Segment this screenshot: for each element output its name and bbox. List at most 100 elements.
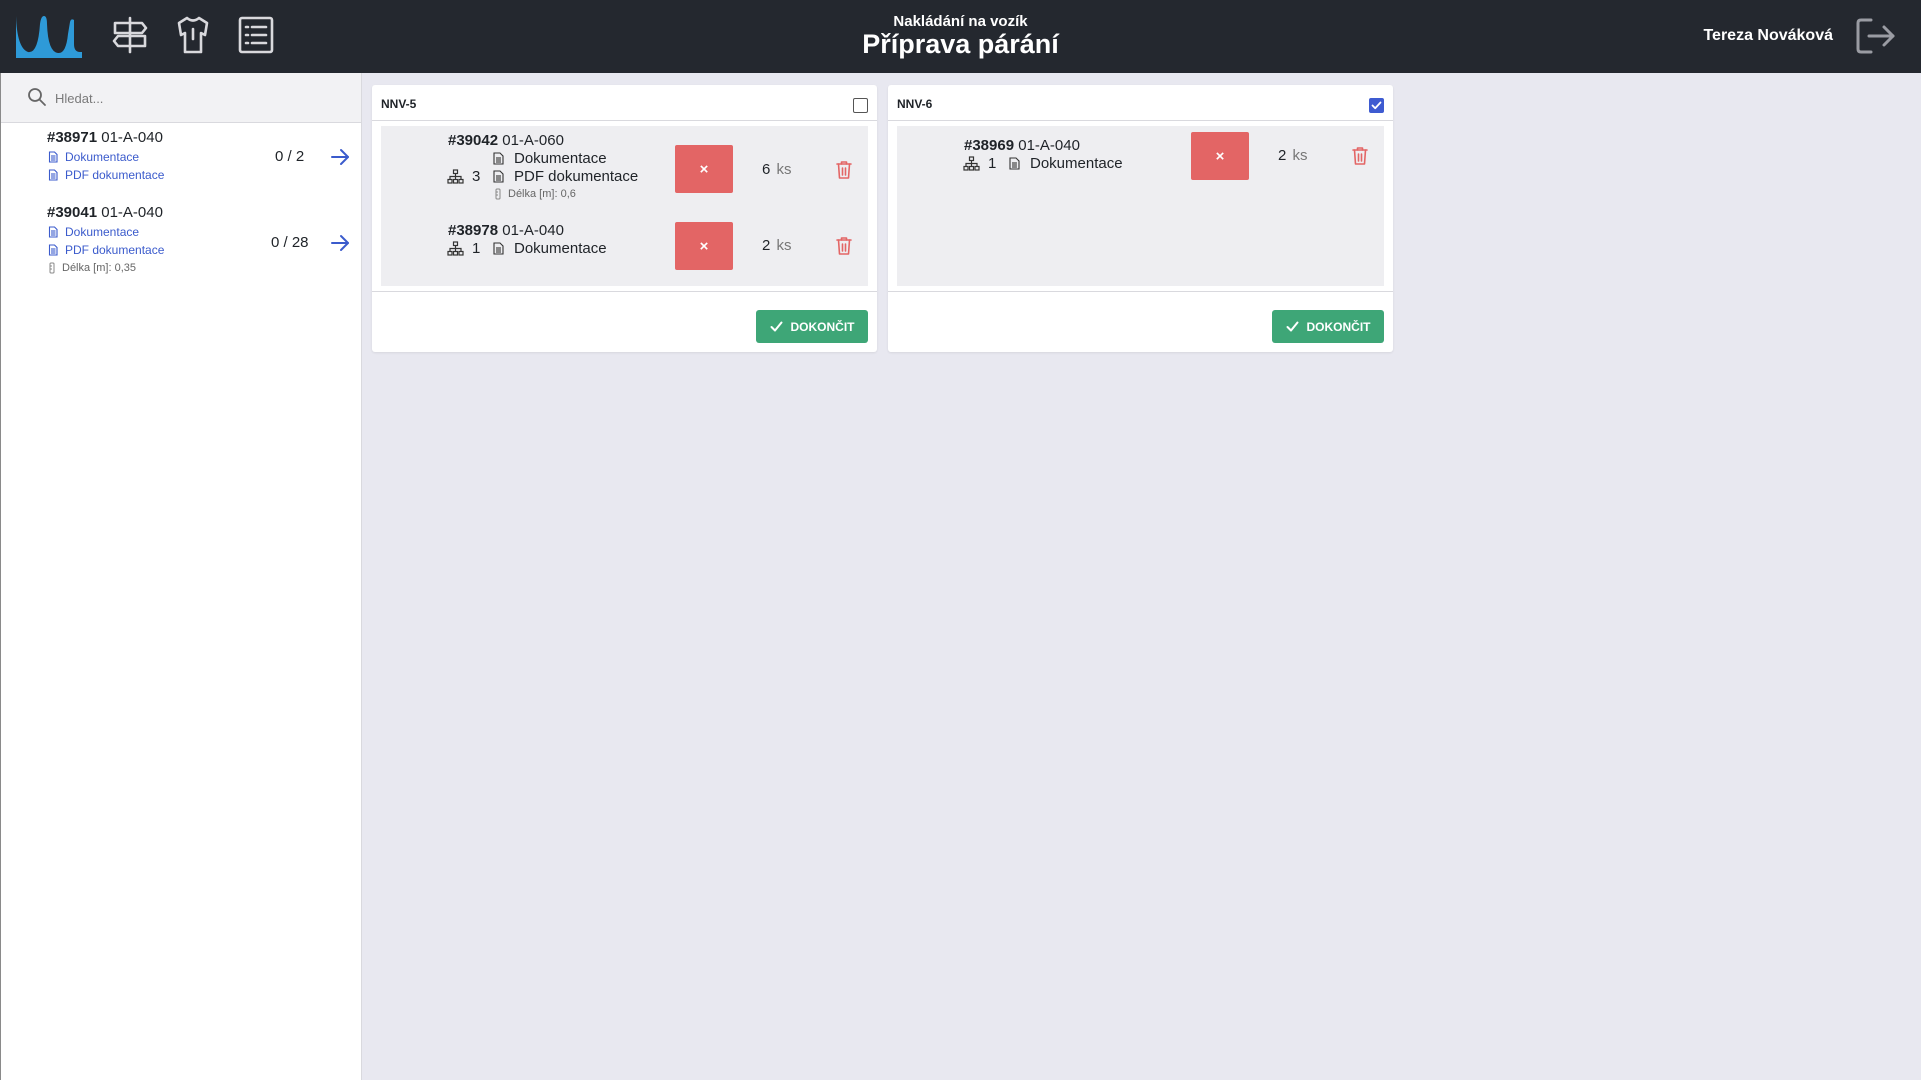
arrow-right-icon[interactable] — [329, 232, 351, 254]
length-value: 0,6 — [560, 188, 576, 200]
cart-card: NNV-5 #39042 01-A-060 Dokumentace 3 PDF … — [372, 85, 877, 352]
card-title: NNV-5 — [381, 97, 417, 111]
length-value: 0,35 — [114, 262, 136, 274]
item-location: 01-A-060 — [502, 132, 564, 149]
cart-card: NNV-6 #38969 01-A-040 1 Dokumentace × 2 … — [888, 85, 1393, 352]
documentation-link[interactable]: Dokumentace — [47, 148, 357, 166]
ruler-icon — [49, 262, 55, 274]
item-id: #39041 — [47, 204, 98, 221]
checkmark-icon — [1286, 321, 1298, 332]
item-id: #39042 — [448, 132, 499, 149]
hierarchy-icon — [447, 241, 464, 256]
logout-icon[interactable] — [1855, 17, 1897, 55]
list-item[interactable]: #39041 01-A-040 Dokumentace PDF dokument… — [47, 204, 357, 277]
doc-label: PDF dokumentace — [514, 168, 639, 185]
item-id: #38971 — [47, 129, 98, 146]
item-title: #39042 01-A-060 — [448, 132, 564, 149]
card-checkbox[interactable] — [1369, 98, 1384, 113]
doc-label: Dokumentace — [514, 150, 607, 167]
quantity-unit: ks — [776, 237, 792, 254]
item-progress-count: 0 / 28 — [271, 234, 309, 251]
documentation-label[interactable]: Dokumentace — [493, 240, 607, 257]
item-progress-count: 0 / 2 — [275, 148, 305, 165]
checkmark-icon — [770, 321, 782, 332]
search-input[interactable] — [55, 86, 335, 110]
finish-button[interactable]: DOKONČIT — [756, 310, 868, 343]
remove-button[interactable]: × — [675, 222, 733, 270]
length-label: Délka [m]: — [508, 188, 558, 200]
doc-link-label: Dokumentace — [65, 225, 140, 239]
trash-icon[interactable] — [1351, 146, 1369, 166]
trash-icon[interactable] — [835, 160, 853, 180]
finish-label: DOKONČIT — [790, 319, 855, 334]
quantity-unit: ks — [1292, 147, 1308, 164]
card-divider — [372, 291, 877, 292]
item-location: 01-A-040 — [502, 222, 564, 239]
quantity: 6 ks — [762, 161, 792, 178]
pdf-documentation-link[interactable]: PDF dokumentace — [47, 241, 357, 259]
ruler-icon — [495, 188, 501, 200]
quantity-value: 6 — [762, 161, 771, 178]
checkmark-icon — [1371, 101, 1382, 110]
item-title: #38969 01-A-040 — [964, 137, 1080, 154]
item-title: #38971 01-A-040 — [47, 129, 357, 146]
pdf-documentation-link[interactable]: PDF dokumentace — [47, 166, 357, 184]
card-item-list: #38969 01-A-040 1 Dokumentace × 2 ks — [897, 126, 1384, 286]
document-icon — [48, 244, 58, 256]
documentation-label[interactable]: Dokumentace — [1009, 155, 1123, 172]
quantity-unit: ks — [776, 161, 792, 178]
item-location: 01-A-040 — [101, 204, 163, 221]
card-checkbox[interactable] — [853, 98, 868, 113]
document-icon — [493, 242, 504, 255]
search-icon — [28, 88, 46, 106]
item-title: #39041 01-A-040 — [47, 204, 357, 221]
card-header: NNV-6 — [888, 85, 1393, 121]
sub-items-count: 3 — [447, 168, 480, 185]
tree-count: 3 — [472, 168, 481, 185]
document-icon — [48, 169, 58, 181]
document-icon — [48, 226, 58, 238]
sidebar: #38971 01-A-040 Dokumentace PDF dokument… — [0, 73, 362, 1080]
quantity-value: 2 — [1278, 147, 1287, 164]
doc-link-label: Dokumentace — [65, 150, 140, 164]
card-divider — [888, 291, 1393, 292]
quantity-value: 2 — [762, 237, 771, 254]
list-item: #38978 01-A-040 1 Dokumentace × 2 ks — [381, 216, 868, 286]
card-header: NNV-5 — [372, 85, 877, 121]
item-location: 01-A-040 — [101, 129, 163, 146]
card-item-list: #39042 01-A-060 Dokumentace 3 PDF dokume… — [381, 126, 868, 286]
finish-button[interactable]: DOKONČIT — [1272, 310, 1384, 343]
item-id: #38978 — [448, 222, 499, 239]
document-icon — [1009, 157, 1020, 170]
pdf-documentation-label[interactable]: PDF dokumentace — [493, 168, 638, 185]
top-bar: Nakládání na vozík Příprava párání Terez… — [0, 0, 1921, 73]
length-info: Délka [m]: 0,35 — [47, 259, 357, 277]
item-location: 01-A-040 — [1018, 137, 1080, 154]
document-icon — [493, 170, 504, 183]
sub-items-count: 1 — [963, 155, 996, 172]
card-title: NNV-6 — [897, 97, 933, 111]
quantity: 2 ks — [762, 237, 792, 254]
length-info: Délka [m]: 0,6 — [493, 188, 576, 200]
trash-icon[interactable] — [835, 236, 853, 256]
list-item: #38969 01-A-040 1 Dokumentace × 2 ks — [897, 126, 1384, 196]
arrow-right-icon[interactable] — [329, 146, 351, 168]
length-label: Délka [m]: — [62, 262, 112, 274]
doc-link-label: PDF dokumentace — [65, 243, 165, 257]
quantity: 2 ks — [1278, 147, 1308, 164]
finish-label: DOKONČIT — [1306, 319, 1371, 334]
doc-label: Dokumentace — [514, 240, 607, 257]
list-item[interactable]: #38971 01-A-040 Dokumentace PDF dokument… — [47, 129, 357, 184]
documentation-label[interactable]: Dokumentace — [493, 150, 607, 167]
doc-label: Dokumentace — [1030, 155, 1123, 172]
list-item: #39042 01-A-060 Dokumentace 3 PDF dokume… — [381, 126, 868, 216]
doc-link-label: PDF dokumentace — [65, 168, 165, 182]
remove-button[interactable]: × — [1191, 132, 1249, 180]
document-icon — [493, 152, 504, 165]
hierarchy-icon — [963, 156, 980, 171]
tree-count: 1 — [988, 155, 997, 172]
item-title: #38978 01-A-040 — [448, 222, 564, 239]
remove-button[interactable]: × — [675, 145, 733, 193]
documentation-link[interactable]: Dokumentace — [47, 223, 357, 241]
page-subtitle: Nakládání na vozík — [893, 13, 1028, 30]
